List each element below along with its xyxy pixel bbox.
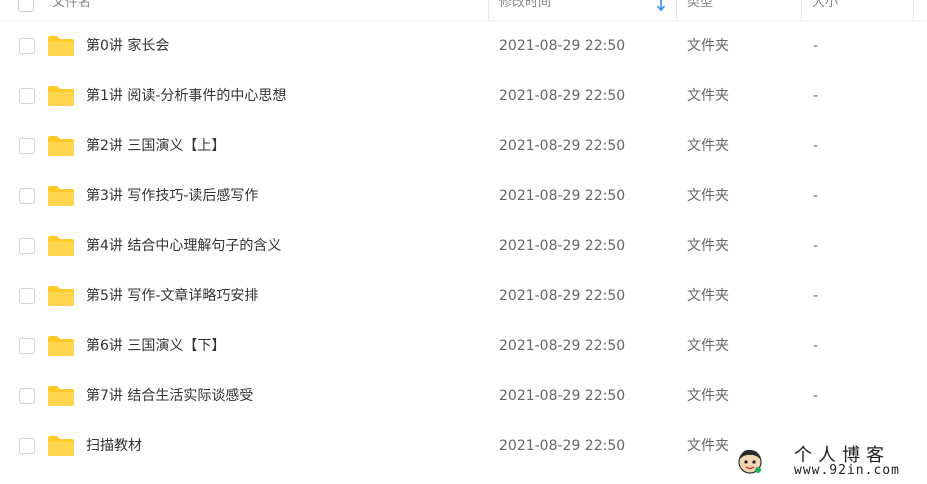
cartoon-avatar-icon xyxy=(738,449,762,474)
file-name[interactable]: 第1讲 阅读-分析事件的中心思想 xyxy=(86,71,286,121)
column-header-type[interactable]: 类型 xyxy=(687,0,713,20)
file-size: - xyxy=(813,188,819,204)
modified-time: 2021-08-29 22:50 xyxy=(499,238,626,254)
arrow-down-icon[interactable] xyxy=(656,0,666,12)
folder-icon xyxy=(48,336,74,356)
column-header-size[interactable]: 大小 xyxy=(812,0,838,20)
file-type: 文件夹 xyxy=(687,288,729,304)
table-row[interactable]: 第7讲 结合生活实际谈感受 2021-08-29 22:50 文件夹 - xyxy=(0,371,927,421)
table-row[interactable]: 第6讲 三国演义【下】 2021-08-29 22:50 文件夹 - xyxy=(0,321,927,371)
folder-icon xyxy=(48,286,74,306)
modified-time: 2021-08-29 22:50 xyxy=(499,38,626,54)
file-name[interactable]: 第7讲 结合生活实际谈感受 xyxy=(86,371,253,421)
column-divider[interactable] xyxy=(801,0,802,20)
row-checkbox[interactable] xyxy=(19,38,35,54)
select-all-checkbox[interactable] xyxy=(18,0,34,12)
row-checkbox[interactable] xyxy=(19,288,35,304)
file-name[interactable]: 第0讲 家长会 xyxy=(86,21,169,71)
file-type: 文件夹 xyxy=(687,138,729,154)
folder-icon xyxy=(48,436,74,456)
table-row[interactable]: 第1讲 阅读-分析事件的中心思想 2021-08-29 22:50 文件夹 - xyxy=(0,71,927,121)
file-size: - xyxy=(813,288,819,304)
table-row[interactable]: 第4讲 结合中心理解句子的含义 2021-08-29 22:50 文件夹 - xyxy=(0,221,927,271)
table-row[interactable]: 第3讲 写作技巧-读后感写作 2021-08-29 22:50 文件夹 - xyxy=(0,171,927,221)
file-size: - xyxy=(813,138,819,154)
file-type: 文件夹 xyxy=(687,238,729,254)
file-type: 文件夹 xyxy=(687,38,729,54)
file-name[interactable]: 第3讲 写作技巧-读后感写作 xyxy=(86,171,258,221)
row-checkbox[interactable] xyxy=(19,388,35,404)
file-size: - xyxy=(813,88,819,104)
row-checkbox[interactable] xyxy=(19,188,35,204)
table-row[interactable]: 第2讲 三国演义【上】 2021-08-29 22:50 文件夹 - xyxy=(0,121,927,171)
file-name[interactable]: 第6讲 三国演义【下】 xyxy=(86,321,225,371)
table-row[interactable]: 第5讲 写作-文章详略巧安排 2021-08-29 22:50 文件夹 - xyxy=(0,271,927,321)
blog-watermark: 个人博客 www.92in.com xyxy=(734,441,927,484)
modified-time: 2021-08-29 22:50 xyxy=(499,288,626,304)
folder-icon xyxy=(48,136,74,156)
folder-icon xyxy=(48,186,74,206)
folder-icon xyxy=(48,86,74,106)
column-header-name[interactable]: 文件名 xyxy=(52,0,91,20)
file-type: 文件夹 xyxy=(687,188,729,204)
folder-icon xyxy=(48,236,74,256)
file-type: 文件夹 xyxy=(687,338,729,354)
folder-icon xyxy=(48,36,74,56)
file-type: 文件夹 xyxy=(687,388,729,404)
file-type: 文件夹 xyxy=(687,88,729,104)
row-checkbox[interactable] xyxy=(19,138,35,154)
file-size: - xyxy=(813,38,819,54)
file-type: 文件夹 xyxy=(687,438,729,454)
column-divider[interactable] xyxy=(488,0,489,20)
file-name[interactable]: 第4讲 结合中心理解句子的含义 xyxy=(86,221,281,271)
row-checkbox[interactable] xyxy=(19,238,35,254)
file-name[interactable]: 第2讲 三国演义【上】 xyxy=(86,121,225,171)
modified-time: 2021-08-29 22:50 xyxy=(499,438,626,454)
file-name[interactable]: 扫描教材 xyxy=(86,421,142,471)
column-divider[interactable] xyxy=(913,0,914,20)
file-size: - xyxy=(813,388,819,404)
watermark-url: www.92in.com xyxy=(794,463,900,478)
modified-time: 2021-08-29 22:50 xyxy=(499,388,626,404)
modified-time: 2021-08-29 22:50 xyxy=(499,138,626,154)
file-size: - xyxy=(813,238,819,254)
table-row[interactable]: 第0讲 家长会 2021-08-29 22:50 文件夹 - xyxy=(0,21,927,71)
modified-time: 2021-08-29 22:50 xyxy=(499,88,626,104)
row-checkbox[interactable] xyxy=(19,88,35,104)
modified-time: 2021-08-29 22:50 xyxy=(499,338,626,354)
column-header-time[interactable]: 修改时间 xyxy=(499,0,551,20)
file-name[interactable]: 第5讲 写作-文章详略巧安排 xyxy=(86,271,258,321)
file-size: - xyxy=(813,338,819,354)
column-divider[interactable] xyxy=(676,0,677,20)
folder-icon xyxy=(48,386,74,406)
modified-time: 2021-08-29 22:50 xyxy=(499,188,626,204)
file-list-header: 文件名 修改时间 类型 大小 xyxy=(0,0,927,21)
row-checkbox[interactable] xyxy=(19,338,35,354)
row-checkbox[interactable] xyxy=(19,438,35,454)
